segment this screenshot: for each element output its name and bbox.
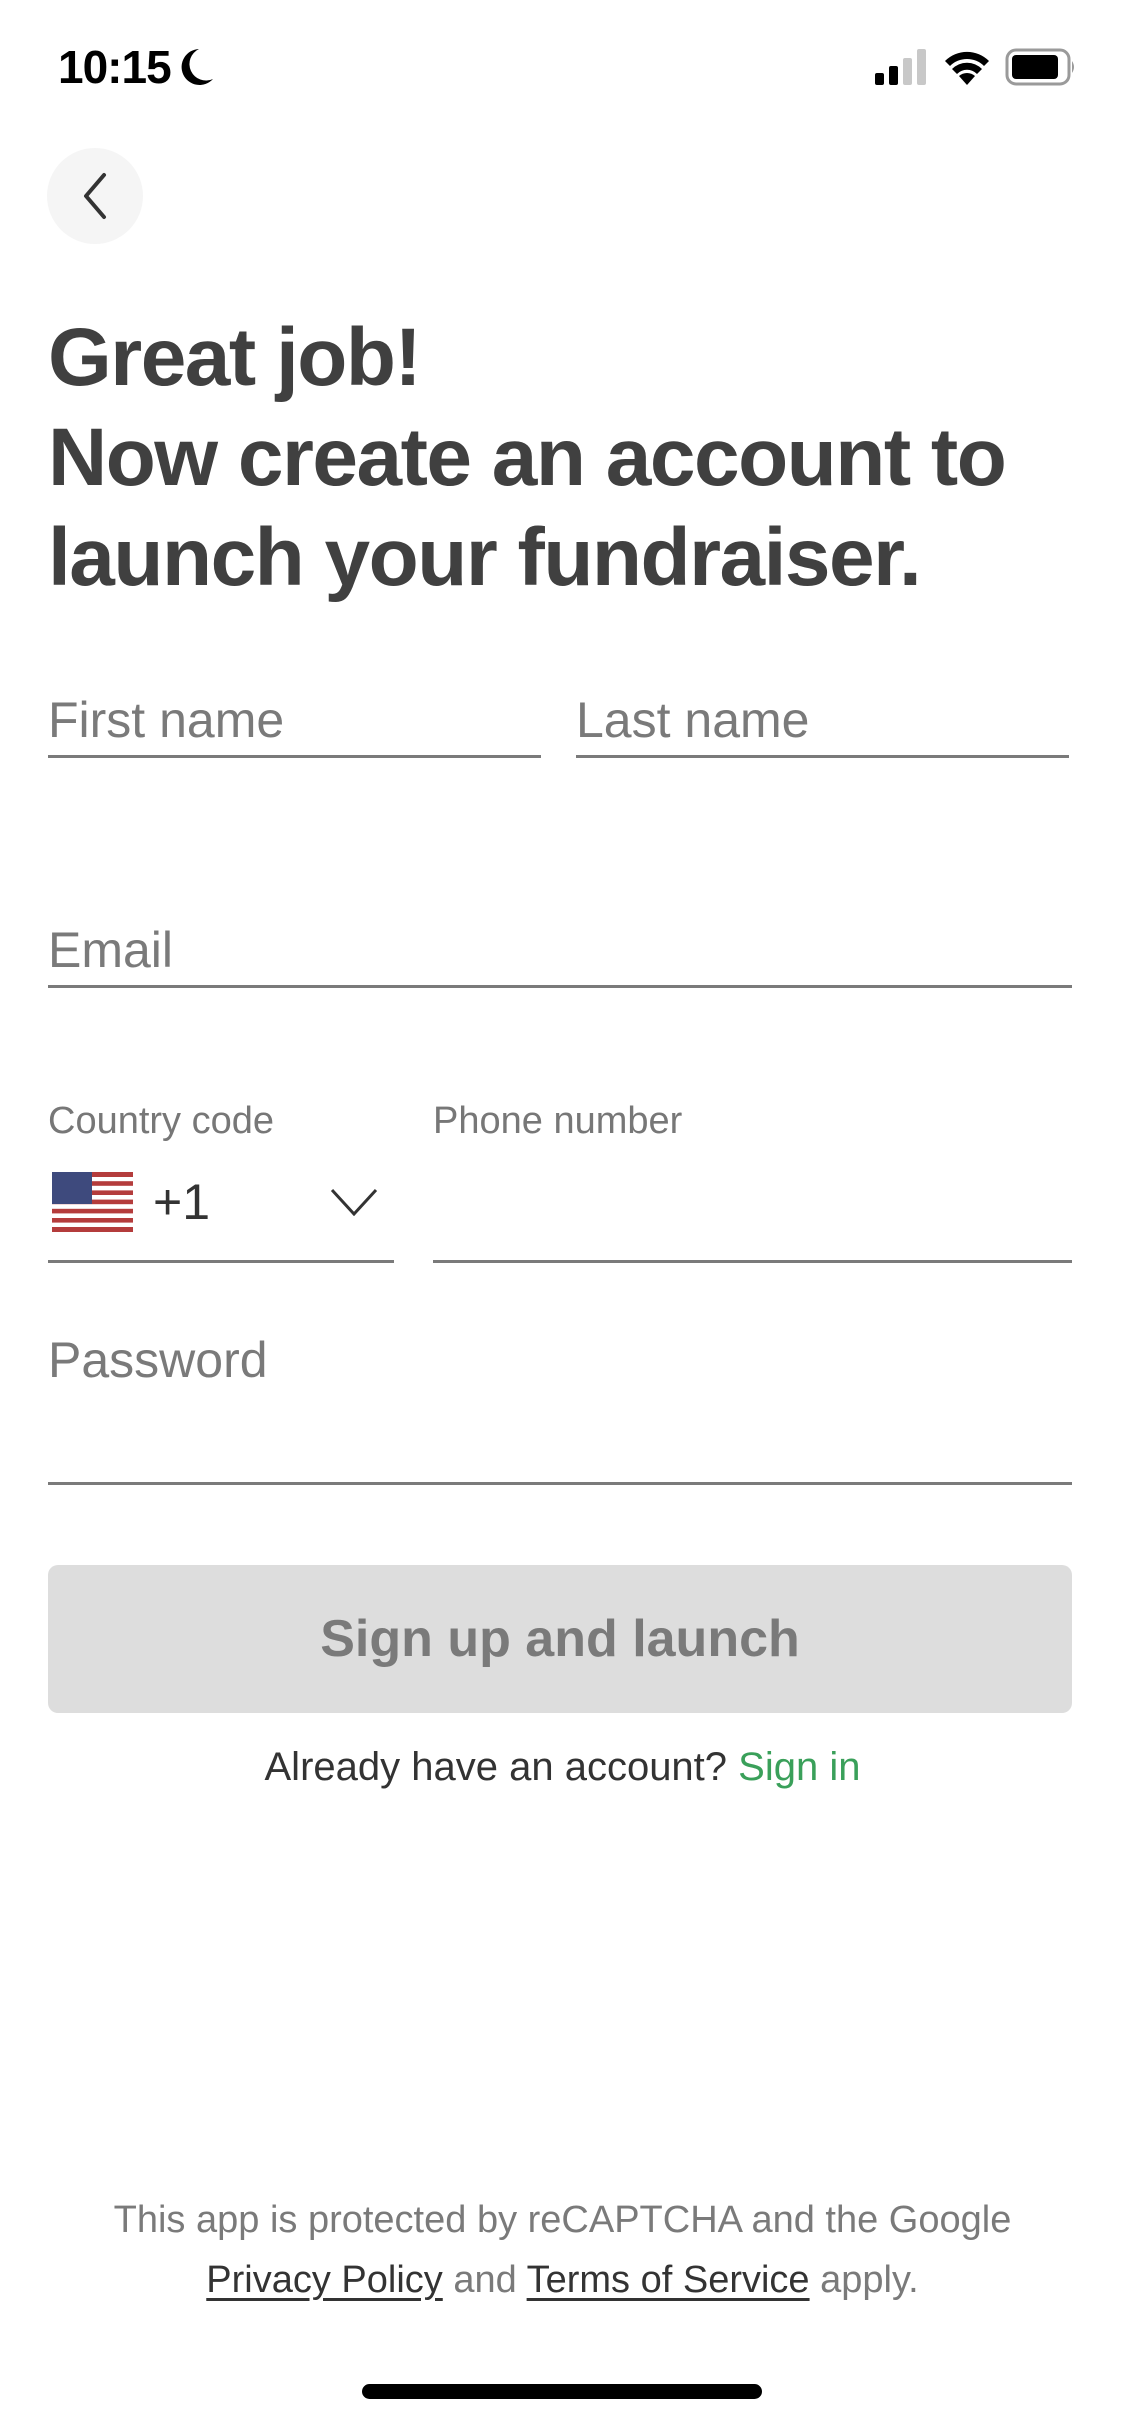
first-name-field	[48, 685, 541, 758]
title-line-2: Now create an account to	[48, 412, 1007, 503]
chevron-left-icon	[84, 173, 106, 219]
status-bar-indicators	[875, 48, 1077, 86]
sign-in-prompt-text: Already have an account?	[264, 1745, 728, 1789]
phone-number-label: Phone number	[433, 1100, 683, 1142]
status-bar-time: 10:15	[58, 40, 215, 94]
title-line-1: Great job!	[48, 312, 422, 403]
and-text: and	[453, 2259, 517, 2301]
chevron-down-icon	[330, 1188, 378, 1216]
cellular-signal-icon	[875, 49, 926, 85]
sign-in-link[interactable]: Sign in	[738, 1745, 860, 1789]
email-field	[48, 915, 1072, 988]
recaptcha-notice: This app is protected by reCAPTCHA and t…	[0, 2190, 1125, 2310]
password-input[interactable]	[48, 1325, 1072, 1395]
us-flag-icon	[52, 1172, 133, 1232]
battery-icon	[1005, 48, 1074, 86]
last-name-input[interactable]	[576, 685, 1069, 755]
last-name-field	[576, 685, 1069, 758]
privacy-policy-link[interactable]: Privacy Policy	[206, 2259, 443, 2301]
email-input[interactable]	[48, 915, 1072, 985]
time-text: 10:15	[58, 41, 172, 93]
password-field	[48, 1325, 1072, 1485]
country-code-label: Country code	[48, 1100, 275, 1142]
country-code-value: +1	[52, 1172, 210, 1232]
first-name-input[interactable]	[48, 685, 541, 755]
wifi-icon	[945, 51, 989, 85]
title-line-3: launch your fundraiser.	[48, 512, 922, 603]
apply-text: apply.	[820, 2259, 919, 2301]
phone-number-input[interactable]	[433, 1175, 1072, 1245]
recaptcha-notice-line1: This app is protected by reCAPTCHA and t…	[113, 2199, 1012, 2241]
phone-number-field	[433, 1160, 1072, 1263]
country-code-text: +1	[153, 1174, 211, 1230]
recaptcha-notice-line2: Privacy Policy and Terms of Service appl…	[0, 2250, 1125, 2310]
moon-icon	[181, 49, 213, 85]
sign-in-prompt: Already have an account? Sign in	[0, 1745, 1125, 1790]
page-title: Great job! Now create an account to laun…	[48, 308, 1088, 608]
terms-of-service-link[interactable]: Terms of Service	[527, 2259, 810, 2301]
back-button[interactable]	[47, 148, 143, 244]
sign-up-and-launch-button[interactable]: Sign up and launch	[48, 1565, 1072, 1713]
home-indicator[interactable]	[362, 2384, 762, 2399]
